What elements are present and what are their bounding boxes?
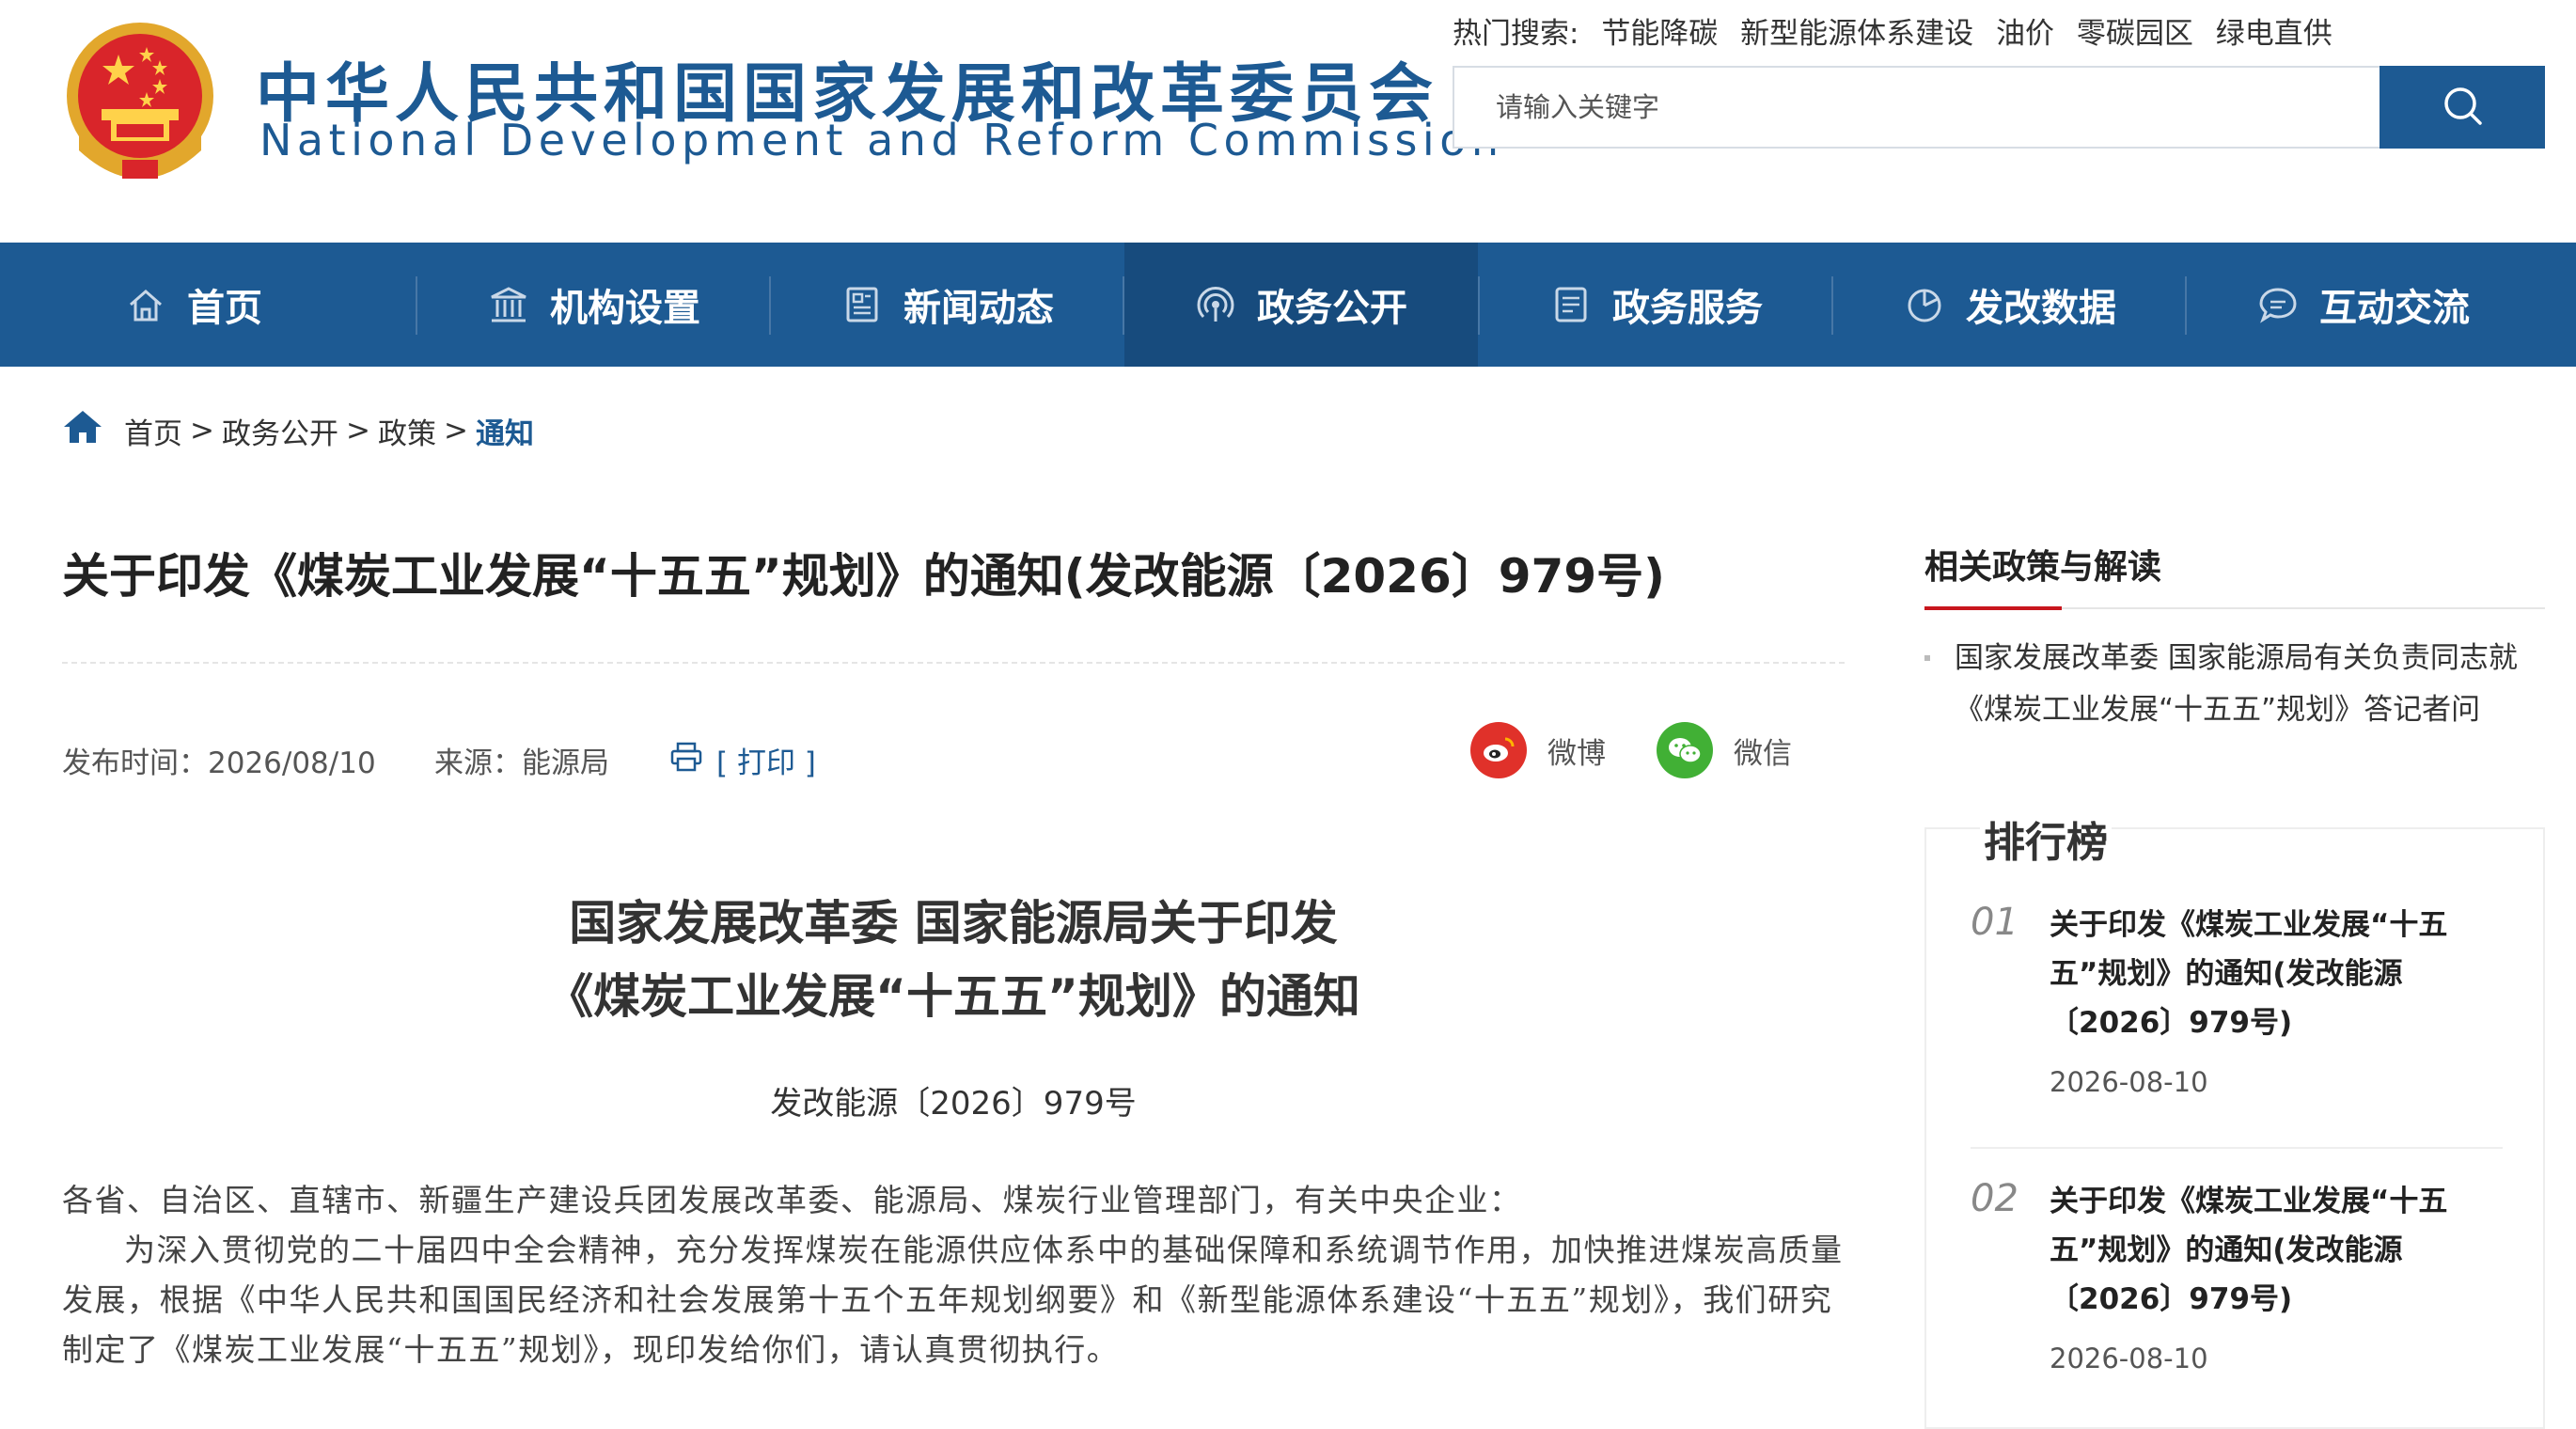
breadcrumb-separator: > — [190, 414, 214, 448]
main-nav: 首页 机构设置 新闻动态 政务公开 政务服务 发改数据 互动交流 — [0, 243, 2576, 367]
ranking-divider — [1971, 1147, 2503, 1149]
breadcrumb-current[interactable]: 通知 — [476, 410, 534, 452]
breadcrumb-policy[interactable]: 政策 — [378, 410, 436, 452]
hot-keyword-link[interactable]: 油价 — [1996, 17, 2054, 51]
share-wechat-button[interactable]: 微信 — [1657, 722, 1792, 778]
search-box — [1453, 66, 2387, 149]
print-button[interactable]: [ 打印 ] — [669, 739, 816, 781]
wechat-icon — [1657, 722, 1713, 778]
building-icon — [488, 284, 529, 325]
chat-icon — [2257, 284, 2299, 325]
broadcast-icon — [1195, 284, 1236, 325]
nav-label: 政务服务 — [1612, 287, 1763, 330]
search-button[interactable] — [2380, 66, 2545, 149]
ranking-number: 02 — [1971, 1177, 2018, 1220]
article-source: 来源：能源局 — [434, 746, 609, 780]
hot-keyword-link[interactable]: 零碳园区 — [2077, 17, 2193, 51]
nav-label: 首页 — [187, 287, 262, 330]
breadcrumb-home[interactable]: 首页 — [124, 410, 182, 452]
share-weibo-label: 微博 — [1547, 736, 1606, 771]
document-heading-line-1: 国家发展改革委 国家能源局关于印发 — [569, 896, 1338, 950]
nav-label: 互动交流 — [2319, 287, 2470, 330]
ranking-item-title[interactable]: 关于印发《煤炭工业发展“十五五”规划》的通知(发改能源〔2026〕979号) — [2050, 1177, 2501, 1324]
home-icon — [125, 284, 166, 325]
nav-item-home[interactable]: 首页 — [17, 243, 370, 367]
search-input[interactable] — [1454, 68, 2380, 147]
share-weibo-button[interactable]: 微博 — [1470, 722, 1606, 778]
home-icon[interactable] — [62, 408, 103, 453]
article-body: 各省、自治区、直辖市、新疆生产建设兵团发展改革委、能源局、煤炭行业管理部门，有关… — [62, 1175, 1845, 1374]
related-policy-text: 国家发展改革委 国家能源局有关负责同志就《煤炭工业发展“十五五”规划》答记者问 — [1955, 641, 2518, 727]
pie-chart-icon — [1904, 284, 1945, 325]
nav-label: 新闻动态 — [903, 287, 1054, 330]
list-bullet — [1924, 655, 1930, 661]
hot-search-bar: 热门搜索: 节能降碳 新型能源体系建设 油价 零碳园区 绿电直供 — [1453, 9, 2346, 52]
nav-item-organization[interactable]: 机构设置 — [417, 243, 771, 367]
article-title: 关于印发《煤炭工业发展“十五五”规划》的通知(发改能源〔2026〕979号) — [62, 549, 1665, 604]
nav-label: 政务公开 — [1257, 287, 1407, 330]
publish-time: 发布时间：2026/08/10 — [62, 746, 376, 780]
ranking-item-date: 2026-08-10 — [2050, 1343, 2208, 1374]
hot-keyword-link[interactable]: 节能降碳 — [1601, 17, 1718, 51]
nav-label: 机构设置 — [550, 287, 700, 330]
related-title-accent — [1924, 606, 2062, 610]
news-icon — [841, 284, 883, 325]
nav-item-data[interactable]: 发改数据 — [1833, 243, 2187, 367]
nav-item-services[interactable]: 政务服务 — [1480, 243, 1833, 367]
ranking-item[interactable]: 02 关于印发《煤炭工业发展“十五五”规划》的通知(发改能源〔2026〕979号… — [1971, 1177, 2516, 1384]
hot-search-label: 热门搜索: — [1453, 17, 1579, 51]
ranking-number: 01 — [1971, 901, 2018, 944]
addressee-paragraph: 各省、自治区、直辖市、新疆生产建设兵团发展改革委、能源局、煤炭行业管理部门，有关… — [62, 1182, 1522, 1218]
weibo-icon — [1470, 722, 1527, 778]
ranking-title: 排行榜 — [1980, 809, 2112, 869]
nav-label: 发改数据 — [1966, 287, 2116, 330]
hot-keyword-link[interactable]: 绿电直供 — [2216, 17, 2333, 51]
related-policy-link[interactable]: 国家发展改革委 国家能源局有关负责同志就《煤炭工业发展“十五五”规划》答记者问 — [1924, 633, 2545, 736]
hot-keyword-link[interactable]: 新型能源体系建设 — [1740, 17, 1973, 51]
related-policies-title: 相关政策与解读 — [1924, 548, 2162, 587]
nav-item-government-affairs[interactable]: 政务公开 — [1124, 243, 1478, 367]
ranking-item-date: 2026-08-10 — [2050, 1066, 2208, 1098]
document-icon — [1550, 284, 1592, 325]
printer-icon — [669, 741, 703, 780]
site-name-english: National Development and Reform Commissi… — [259, 115, 1504, 165]
ranking-item-title[interactable]: 关于印发《煤炭工业发展“十五五”规划》的通知(发改能源〔2026〕979号) — [2050, 901, 2501, 1047]
title-divider — [62, 662, 1845, 664]
body-paragraph: 为深入贯彻党的二十届四中全会精神，充分发挥煤炭在能源供应体系中的基础保障和系统调… — [62, 1232, 1844, 1368]
document-number: 发改能源〔2026〕979号 — [770, 1085, 1137, 1123]
breadcrumb-separator: > — [443, 414, 468, 448]
share-wechat-label: 微信 — [1734, 736, 1792, 771]
nav-item-interaction[interactable]: 互动交流 — [2187, 243, 2540, 367]
nav-item-news[interactable]: 新闻动态 — [771, 243, 1124, 367]
ranking-item[interactable]: 01 关于印发《煤炭工业发展“十五五”规划》的通知(发改能源〔2026〕979号… — [1971, 901, 2516, 1107]
breadcrumb-separator: > — [345, 414, 370, 448]
national-emblem-logo — [60, 19, 220, 188]
print-label: [ 打印 ] — [716, 746, 816, 780]
document-heading-line-2: 《煤炭工业发展“十五五”规划》的通知 — [546, 969, 1360, 1024]
breadcrumb-government-affairs[interactable]: 政务公开 — [222, 410, 338, 452]
search-icon — [2441, 84, 2484, 131]
breadcrumb: 首页 > 政务公开 > 政策 > 通知 — [62, 408, 534, 453]
